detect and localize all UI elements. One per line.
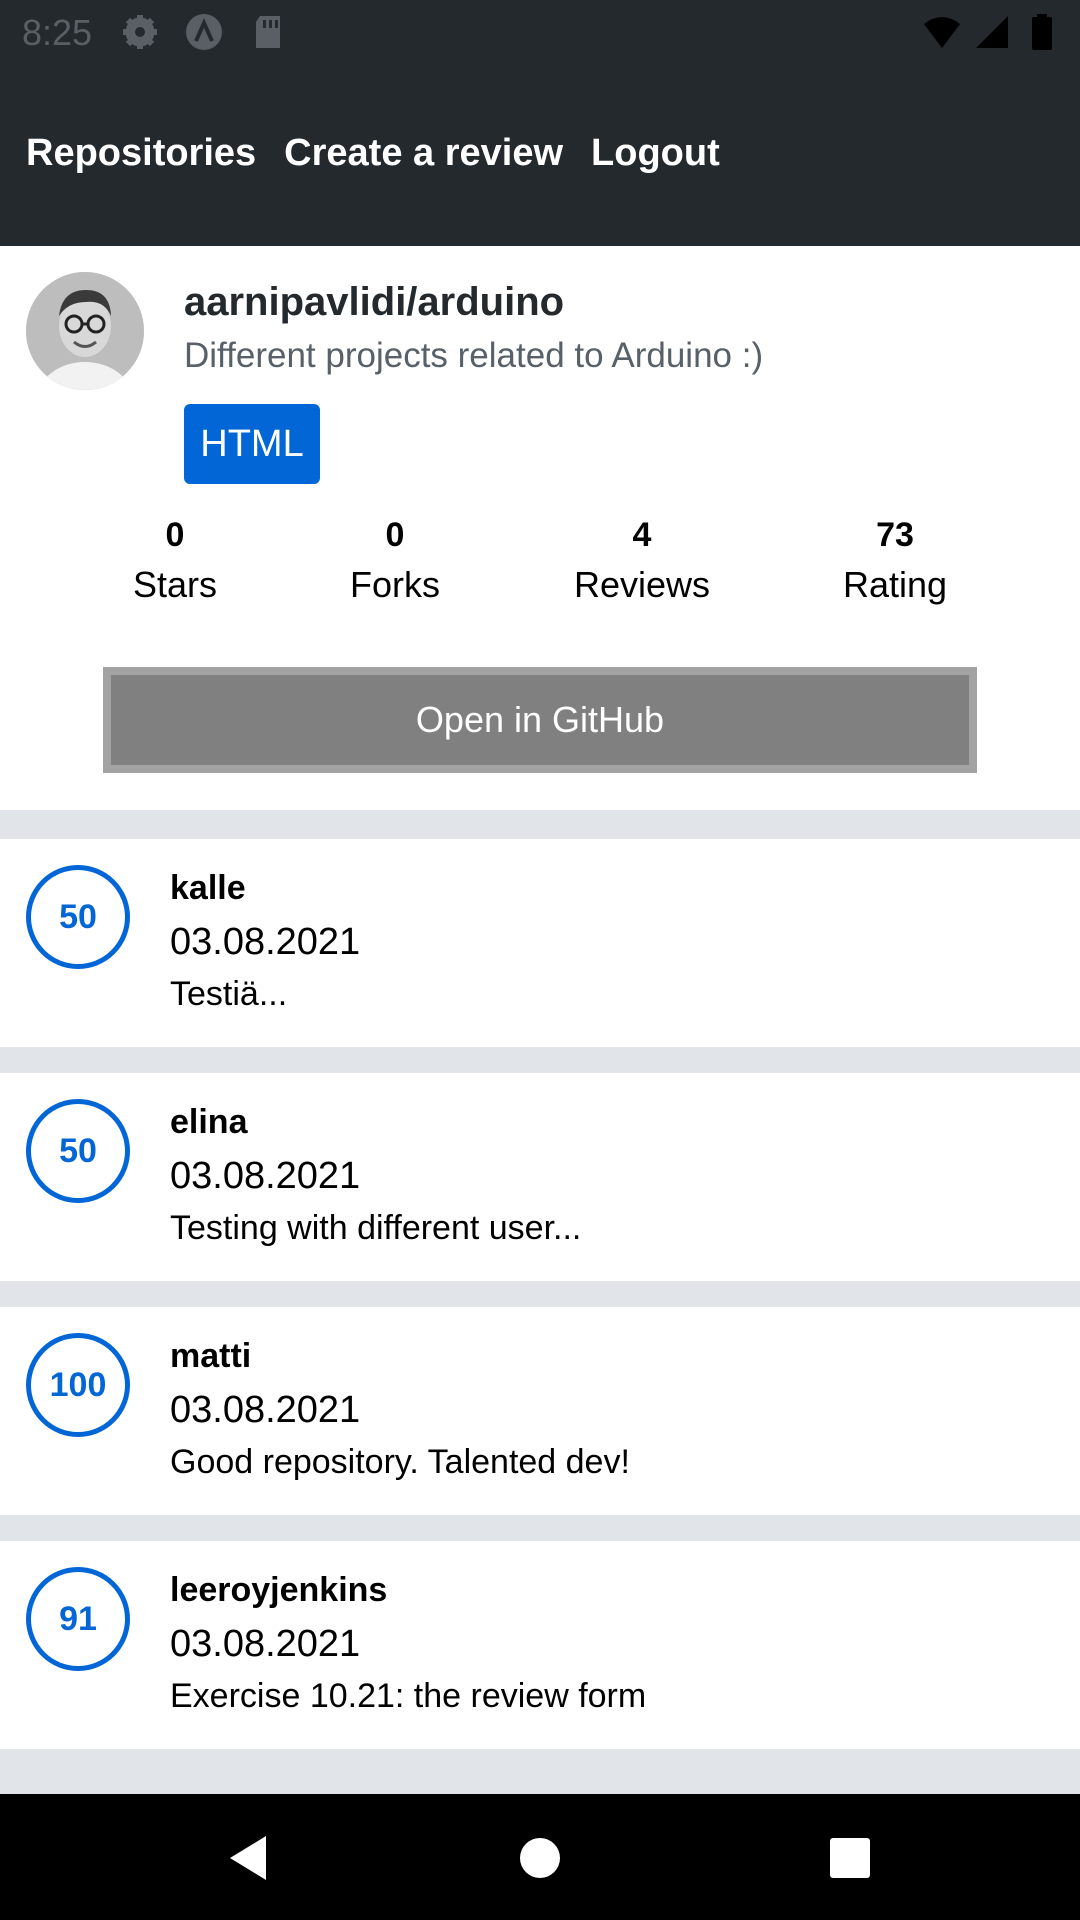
review-text: Testing with different user... <box>170 1209 582 1247</box>
stat-rating: 73 Rating <box>795 510 995 610</box>
stat-label: Reviews <box>573 564 711 605</box>
language-badge: HTML <box>184 404 320 484</box>
app-bar: 8:25 Repositories Create a review Logout <box>0 0 1080 246</box>
review-rating: 50 <box>26 1099 130 1203</box>
review-rating: 50 <box>26 865 130 969</box>
open-in-github-button[interactable]: Open in GitHub <box>103 667 977 773</box>
tab-repositories[interactable]: Repositories <box>26 132 256 175</box>
repository-description: Different projects related to Arduino :) <box>184 336 764 375</box>
app-icon <box>186 14 222 50</box>
status-bar: 8:25 <box>0 0 1080 64</box>
review-date: 03.08.2021 <box>170 921 361 963</box>
review-username: matti <box>170 1337 252 1375</box>
stat-label: Rating <box>842 564 948 605</box>
stat-label: Forks <box>350 564 440 605</box>
review-date: 03.08.2021 <box>170 1389 361 1431</box>
home-button[interactable] <box>512 1830 568 1886</box>
tab-bar: Repositories Create a review Logout <box>26 132 720 175</box>
stat-forks: 0 Forks <box>295 510 495 610</box>
sd-card-icon <box>256 16 280 48</box>
review-list: 50 kalle 03.08.2021 Testiä... 50 elina 0… <box>0 839 1080 1775</box>
tab-create-review[interactable]: Create a review <box>284 132 563 175</box>
review-username: leeroyjenkins <box>170 1571 388 1609</box>
review-rating: 100 <box>26 1333 130 1437</box>
avatar <box>26 272 144 390</box>
review-text: Good repository. Talented dev! <box>170 1443 630 1481</box>
review-username: kalle <box>170 869 246 907</box>
review-date: 03.08.2021 <box>170 1155 361 1197</box>
back-button[interactable] <box>222 1830 278 1886</box>
system-nav-bar <box>0 1794 1080 1920</box>
review-text: Exercise 10.21: the review form <box>170 1677 647 1715</box>
tab-logout[interactable]: Logout <box>591 132 720 175</box>
review-date: 03.08.2021 <box>170 1623 361 1665</box>
repository-card: aarnipavlidi/arduino Different projects … <box>0 246 1080 810</box>
screen: 8:25 Repositories Create a review Logout… <box>0 0 1080 1920</box>
review-item: 100 matti 03.08.2021 Good repository. Ta… <box>0 1307 1080 1515</box>
signal-icon <box>976 16 1008 48</box>
recents-icon <box>830 1838 870 1878</box>
review-text: Testiä... <box>170 975 288 1013</box>
stat-value: 0 <box>385 516 405 554</box>
stat-value: 73 <box>876 516 914 554</box>
review-item: 91 leeroyjenkins 03.08.2021 Exercise 10.… <box>0 1541 1080 1749</box>
status-left-icons <box>120 12 288 52</box>
avatar-image <box>26 272 144 390</box>
recents-button[interactable] <box>822 1830 878 1886</box>
home-icon <box>520 1838 560 1878</box>
repository-full-name: aarnipavlidi/arduino <box>184 280 565 324</box>
review-item: 50 kalle 03.08.2021 Testiä... <box>0 839 1080 1047</box>
stat-value: 4 <box>632 516 652 554</box>
review-item: 50 elina 03.08.2021 Testing with differe… <box>0 1073 1080 1281</box>
gear-icon <box>123 15 157 49</box>
back-icon <box>230 1836 266 1880</box>
battery-icon <box>1032 14 1052 50</box>
wifi-icon <box>924 17 960 48</box>
stat-label: Stars <box>132 564 218 605</box>
stat-stars: 0 Stars <box>75 510 275 610</box>
status-time: 8:25 <box>22 12 93 53</box>
review-username: elina <box>170 1103 248 1141</box>
review-rating: 91 <box>26 1567 130 1671</box>
stat-reviews: 4 Reviews <box>542 510 742 610</box>
stat-value: 0 <box>165 516 185 554</box>
status-right-icons <box>922 12 1062 52</box>
